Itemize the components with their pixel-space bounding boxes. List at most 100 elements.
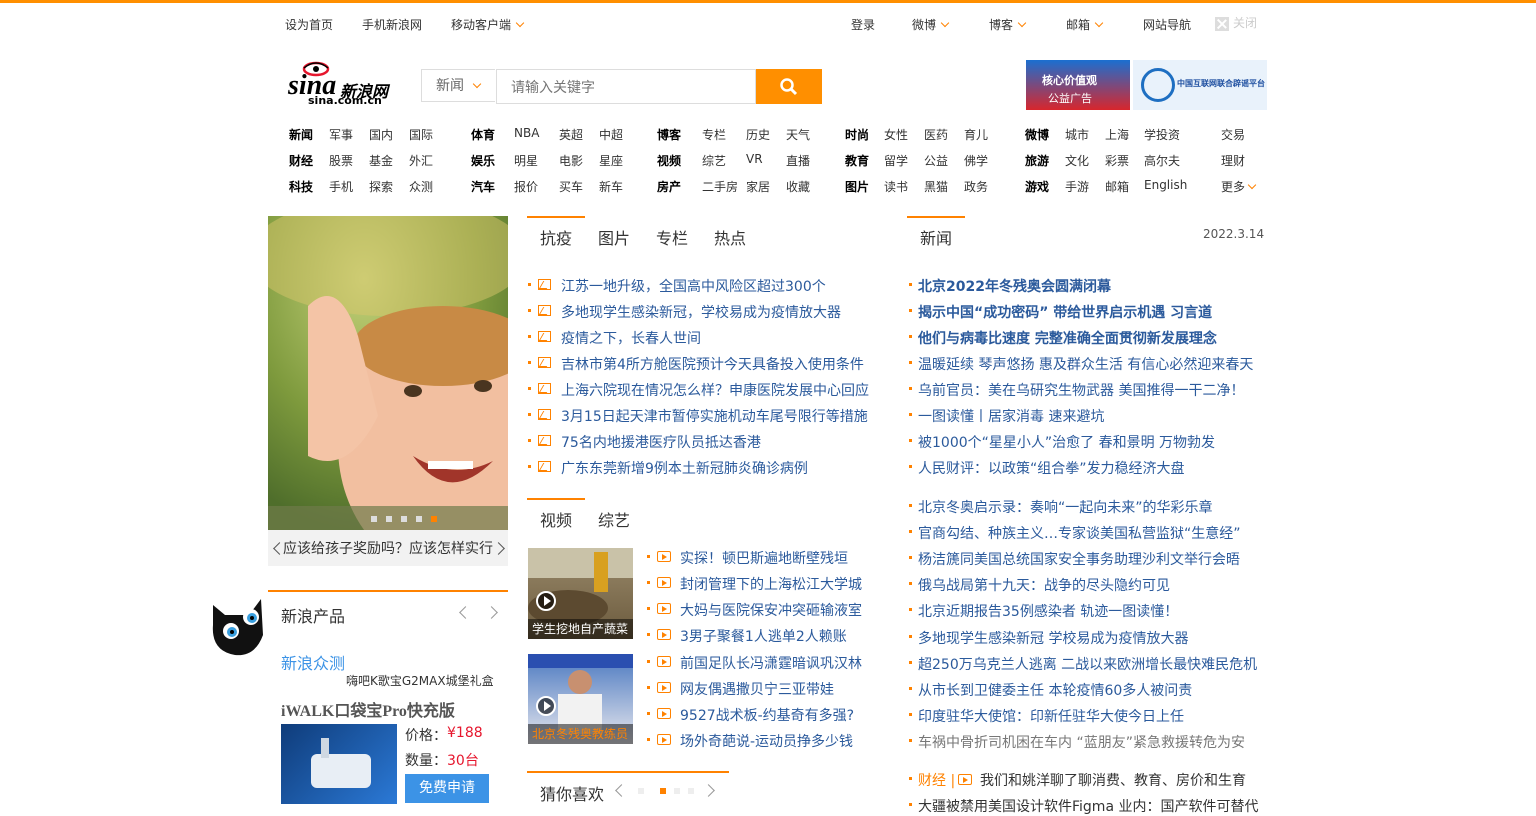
guess-dot[interactable]: [638, 788, 644, 794]
nav-link[interactable]: 娱乐: [471, 152, 495, 169]
guess-dot[interactable]: [674, 788, 680, 794]
video-link[interactable]: 大妈与医院保安冲突砸输液室: [680, 600, 862, 620]
nav-link[interactable]: 邮箱: [1105, 178, 1129, 195]
nav-link[interactable]: 收藏: [786, 178, 810, 195]
news-link[interactable]: 从市长到卫健委主任 本轮疫情60多人被问责: [918, 680, 1192, 700]
nav-link[interactable]: 专栏: [702, 126, 726, 143]
mail-dropdown[interactable]: 邮箱: [1066, 16, 1104, 33]
nav-link[interactable]: 医药: [924, 126, 948, 143]
slide-dot[interactable]: [401, 516, 407, 522]
video-thumb-1[interactable]: 学生挖地自产蔬菜: [528, 548, 633, 639]
blog-dropdown[interactable]: 博客: [989, 16, 1027, 33]
news-link[interactable]: 江苏一地升级，全国高中风险区超过300个: [561, 276, 826, 296]
news-link[interactable]: 多地现学生感染新冠 学校易成为疫情放大器: [918, 628, 1188, 648]
nav-link[interactable]: 外汇: [409, 152, 433, 169]
news-link[interactable]: 吉林市第4所方舱医院预计今天具备投入使用条件: [561, 354, 864, 374]
sina-logo[interactable]: sina 新浪网 sina.com.cn: [288, 60, 400, 108]
core-values-ad-banner[interactable]: 核心价值观 公益广告: [1026, 60, 1130, 110]
slide-dot-active[interactable]: [431, 516, 437, 522]
nav-link[interactable]: 中超: [599, 126, 623, 143]
center-tab[interactable]: 抗疫: [540, 225, 572, 249]
nav-link[interactable]: 女性: [884, 126, 908, 143]
tab-news[interactable]: 新闻: [920, 225, 952, 249]
video-link[interactable]: 场外奇葩说-运动员挣多少钱: [680, 731, 853, 751]
nav-link[interactable]: 育儿: [964, 126, 988, 143]
nav-link[interactable]: 旅游: [1025, 152, 1049, 169]
apply-button[interactable]: 免费申请: [405, 774, 489, 803]
nav-link[interactable]: 国际: [409, 126, 433, 143]
video-link[interactable]: 封闭管理下的上海松江大学城: [680, 574, 862, 594]
login-link[interactable]: 登录: [851, 16, 875, 33]
slide-caption[interactable]: 应该给孩子奖励吗？应该怎样实行: [283, 538, 493, 558]
nav-link[interactable]: 彩票: [1105, 152, 1129, 169]
nav-link[interactable]: 新闻: [289, 126, 313, 143]
products-subtitle[interactable]: 新浪众测: [281, 650, 345, 674]
video-link[interactable]: 实探！顿巴斯遍地断壁残垣: [680, 548, 848, 568]
hero-slide-image[interactable]: [268, 216, 508, 530]
nav-link[interactable]: 留学: [884, 152, 908, 169]
nav-link[interactable]: 上海: [1105, 126, 1129, 143]
mobile-client-dropdown[interactable]: 移动客户端: [451, 16, 525, 33]
slide-dot[interactable]: [371, 516, 377, 522]
nav-link[interactable]: 手机: [329, 178, 353, 195]
news-link[interactable]: 疫情之下，长春人世间: [561, 328, 701, 348]
news-link[interactable]: 3月15日起天津市暂停实施机动车尾号限行等措施: [561, 406, 868, 426]
nav-link[interactable]: 国内: [369, 126, 393, 143]
nav-link[interactable]: English: [1144, 178, 1187, 192]
nav-link[interactable]: 博客: [657, 126, 681, 143]
news-link[interactable]: 北京近期报告35例感染者 轨迹一图读懂！: [918, 601, 1178, 621]
headline-link[interactable]: 揭示中国“成功密码” 带给世界启示机遇 习言道: [918, 302, 1212, 322]
center-tab[interactable]: 图片: [598, 225, 630, 249]
nav-link[interactable]: 学投资: [1144, 126, 1180, 143]
nav-link[interactable]: 交易: [1221, 126, 1245, 143]
nav-link[interactable]: 视频: [657, 152, 681, 169]
nav-link[interactable]: 游戏: [1025, 178, 1049, 195]
video-thumb-2[interactable]: 北京冬残奥教练员: [528, 654, 633, 744]
news-link[interactable]: 北京冬奥启示录：奏响“一起向未来”的华彩乐章: [918, 497, 1213, 517]
nav-link[interactable]: 图片: [845, 178, 869, 195]
video-link[interactable]: 前国足队长冯潇霆暗讽巩汉林: [680, 653, 862, 673]
nav-link[interactable]: 手游: [1065, 178, 1089, 195]
nav-link[interactable]: 体育: [471, 126, 495, 143]
nav-link[interactable]: 报价: [514, 178, 538, 195]
nav-link[interactable]: 众测: [409, 178, 433, 195]
nav-link[interactable]: 综艺: [702, 152, 726, 169]
news-link[interactable]: 被1000个“星星小人”治愈了 春和景明 万物勃发: [918, 432, 1215, 452]
nav-link[interactable]: 星座: [599, 152, 623, 169]
guess-prev-icon[interactable]: [615, 784, 628, 797]
news-link[interactable]: 乌前官员：美在乌研究生物武器 美国推得一干二净！: [918, 380, 1244, 400]
nav-link[interactable]: 历史: [746, 126, 770, 143]
product-name[interactable]: iWALK口袋宝Pro快充版: [281, 697, 455, 721]
slide-next-icon[interactable]: [492, 542, 505, 555]
headline-link[interactable]: 北京2022年冬残奥会圆满闭幕: [918, 276, 1111, 296]
center-tab[interactable]: 热点: [714, 225, 746, 249]
site-nav-link[interactable]: 网站导航: [1143, 16, 1191, 33]
nav-link[interactable]: 股票: [329, 152, 353, 169]
news-link[interactable]: 75名内地援港医疗队员抵达香港: [561, 432, 761, 452]
news-link[interactable]: 杨洁篪同美国总统国家安全事务助理沙利文举行会晤: [918, 549, 1240, 569]
piyao-ad-banner[interactable]: 中国互联网联合辟谣平台: [1133, 60, 1267, 110]
nav-link[interactable]: 教育: [845, 152, 869, 169]
nav-link[interactable]: 英超: [559, 126, 583, 143]
video-link[interactable]: 9527战术板-约基奇有多强?: [680, 705, 854, 725]
nav-link[interactable]: 探索: [369, 178, 393, 195]
nav-link[interactable]: 城市: [1065, 126, 1089, 143]
guess-dot[interactable]: [688, 788, 694, 794]
news-link[interactable]: 多地现学生感染新冠，学校易成为疫情放大器: [561, 302, 841, 322]
slide-dot[interactable]: [386, 516, 392, 522]
tab-variety[interactable]: 综艺: [598, 507, 630, 531]
headline-link[interactable]: 他们与病毒比速度 完整准确全面贯彻新发展理念: [918, 328, 1217, 348]
products-promo[interactable]: 嗨吧K歌宝G2MAX城堡礼盒: [346, 672, 494, 689]
nav-link[interactable]: 黑猫: [924, 178, 948, 195]
set-home-link[interactable]: 设为首页: [285, 16, 333, 33]
news-link[interactable]: 印度驻华大使馆：印新任驻华大使今日上任: [918, 706, 1184, 726]
nav-link[interactable]: 汽车: [471, 178, 495, 195]
nav-link[interactable]: 买车: [559, 178, 583, 195]
nav-link[interactable]: 电影: [559, 152, 583, 169]
news-link[interactable]: 超250万乌克兰人逃离 二战以来欧洲增长最快难民危机: [918, 654, 1257, 674]
finance-label[interactable]: 财经 |: [918, 770, 955, 790]
news-link[interactable]: 一图读懂丨居家消毒 速来避坑: [918, 406, 1104, 426]
nav-link[interactable]: 明星: [514, 152, 538, 169]
nav-link[interactable]: 基金: [369, 152, 393, 169]
search-category-select[interactable]: 新闻: [421, 69, 495, 102]
